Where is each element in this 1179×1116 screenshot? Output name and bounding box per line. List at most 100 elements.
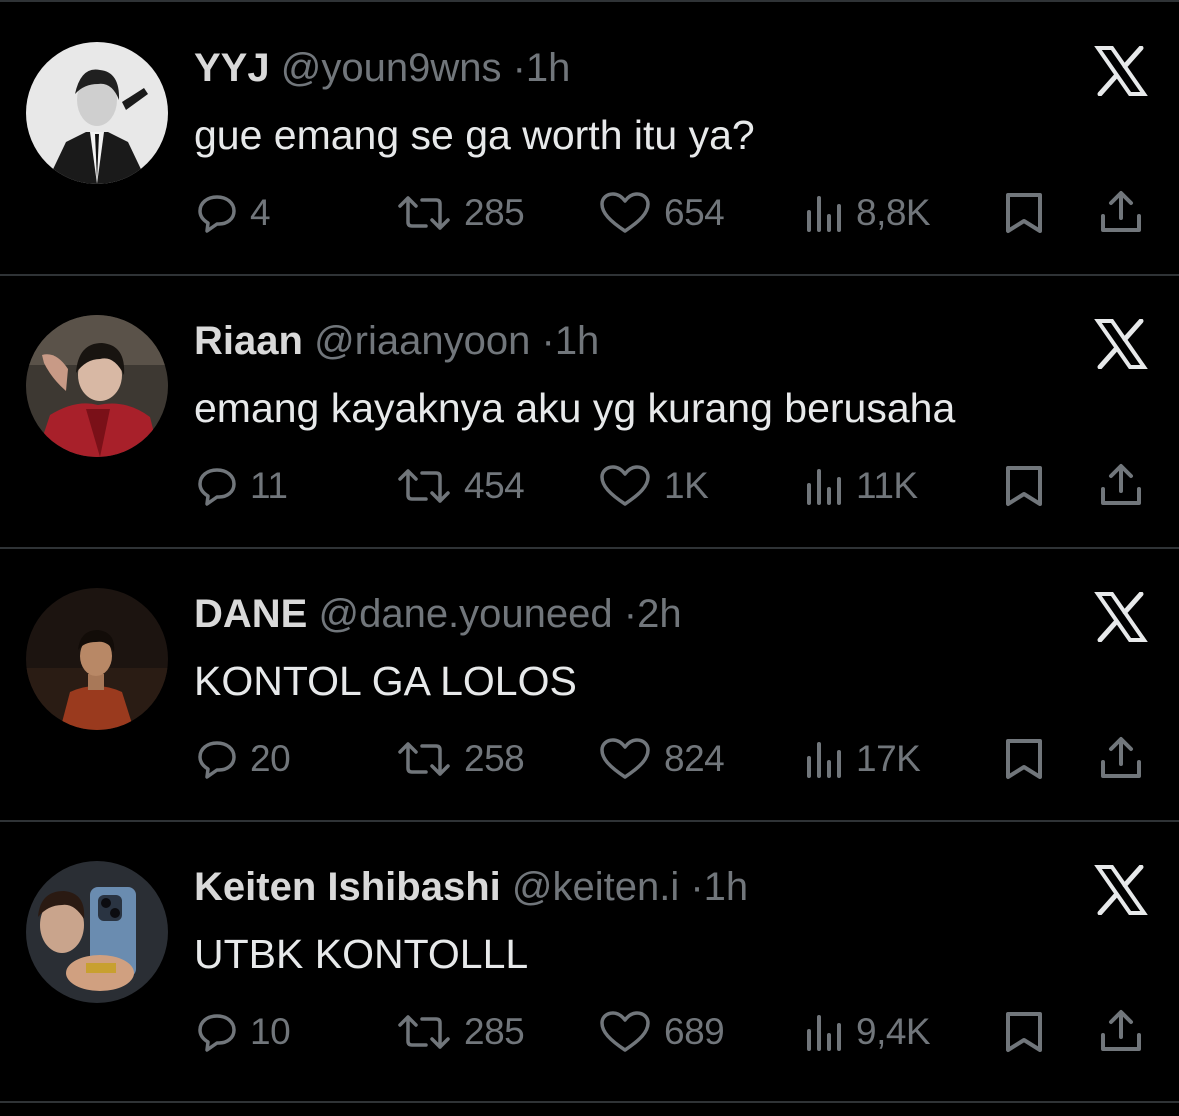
like-count: 1K [664, 465, 709, 506]
display-name[interactable]: Keiten Ishibashi [194, 865, 501, 909]
bookmark-icon [1006, 1012, 1042, 1052]
tweet-header: Keiten Ishibashi @keiten.i ·1h [194, 863, 748, 911]
retweet-button[interactable]: 454 [396, 463, 525, 509]
retweet-count: 258 [464, 738, 525, 779]
bookmark-button[interactable] [1002, 190, 1046, 236]
heart-icon [600, 465, 650, 506]
share-button[interactable] [1098, 463, 1144, 509]
avatar[interactable] [26, 861, 168, 1003]
share-icon [1101, 191, 1141, 232]
views-icon [807, 469, 841, 505]
like-count: 689 [664, 1011, 725, 1052]
username[interactable]: @youn9wns [281, 46, 502, 90]
separator-dot: · [541, 319, 555, 363]
avatar[interactable] [26, 42, 168, 184]
share-icon [1101, 1010, 1141, 1051]
views-button[interactable]: 17K [804, 736, 921, 782]
tweet-header: YYJ @youn9wns ·1h [194, 44, 570, 92]
username[interactable]: @dane.youneed [318, 592, 612, 636]
view-count: 8,8K [856, 192, 931, 233]
display-name[interactable]: Riaan [194, 319, 303, 363]
like-button[interactable]: 654 [598, 190, 725, 236]
tweet-text: emang kayaknya aku yg kurang berusaha [194, 385, 956, 431]
timestamp[interactable]: 1h [526, 46, 571, 90]
tweet-text: KONTOL GA LOLOS [194, 658, 577, 704]
retweet-button[interactable]: 285 [396, 190, 525, 236]
separator-dot: · [690, 865, 704, 909]
retweet-icon [398, 196, 450, 230]
reply-count: 20 [250, 738, 291, 779]
retweet-button[interactable]: 258 [396, 736, 525, 782]
bookmark-button[interactable] [1002, 463, 1046, 509]
reply-button[interactable]: 11 [196, 463, 288, 509]
reply-button[interactable]: 10 [196, 1009, 291, 1055]
like-button[interactable]: 689 [598, 1009, 725, 1055]
avatar[interactable] [26, 315, 168, 457]
retweet-icon [398, 469, 450, 503]
tweet-card[interactable]: Keiten Ishibashi @keiten.i ·1h UTBK KONT… [0, 823, 1179, 1103]
x-logo-icon [1094, 592, 1148, 642]
reply-count: 11 [250, 465, 288, 506]
username[interactable]: @keiten.i [512, 865, 679, 909]
retweet-button[interactable]: 285 [396, 1009, 525, 1055]
separator-dot: · [512, 46, 526, 90]
retweet-count: 454 [464, 465, 525, 506]
share-button[interactable] [1098, 190, 1144, 236]
views-icon [807, 742, 841, 778]
share-icon [1101, 737, 1141, 778]
reply-icon [198, 195, 236, 233]
tweet-text: UTBK KONTOLLL [194, 931, 529, 977]
tweet-feed: YYJ @youn9wns ·1h gue emang se ga worth … [0, 0, 1179, 1116]
bookmark-icon [1006, 193, 1042, 233]
reply-count: 10 [250, 1011, 291, 1052]
like-button[interactable]: 1K [598, 463, 709, 509]
view-count: 17K [856, 738, 921, 779]
tweet-card[interactable]: DANE @dane.youneed ·2h KONTOL GA LOLOS 2… [0, 550, 1179, 822]
display-name[interactable]: DANE [194, 592, 307, 636]
tweet-card[interactable]: YYJ @youn9wns ·1h gue emang se ga worth … [0, 4, 1179, 276]
reply-button[interactable]: 20 [196, 736, 291, 782]
username[interactable]: @riaanyoon [314, 319, 530, 363]
views-icon [807, 196, 841, 232]
like-count: 654 [664, 192, 725, 233]
heart-icon [600, 1011, 650, 1052]
timestamp[interactable]: 1h [555, 319, 600, 363]
retweet-count: 285 [464, 192, 525, 233]
bookmark-icon [1006, 466, 1042, 506]
views-button[interactable]: 8,8K [804, 190, 931, 236]
bookmark-icon [1006, 739, 1042, 779]
reply-count: 4 [250, 192, 271, 233]
share-button[interactable] [1098, 736, 1144, 782]
views-button[interactable]: 11K [804, 463, 918, 509]
timestamp[interactable]: 2h [637, 592, 682, 636]
views-icon [807, 1015, 841, 1051]
retweet-icon [398, 1015, 450, 1049]
timestamp[interactable]: 1h [704, 865, 749, 909]
share-icon [1101, 464, 1141, 505]
tweet-header: Riaan @riaanyoon ·1h [194, 317, 599, 365]
x-logo-icon [1094, 865, 1148, 915]
x-logo-icon [1094, 46, 1148, 96]
like-button[interactable]: 824 [598, 736, 725, 782]
tweet-text: gue emang se ga worth itu ya? [194, 112, 755, 158]
reply-icon [198, 741, 236, 779]
separator-dot: · [623, 592, 638, 636]
bookmark-button[interactable] [1002, 1009, 1046, 1055]
share-button[interactable] [1098, 1009, 1144, 1055]
retweet-icon [398, 742, 450, 776]
heart-icon [600, 738, 650, 779]
reply-icon [198, 468, 236, 506]
tweet-card[interactable]: Riaan @riaanyoon ·1h emang kayaknya aku … [0, 277, 1179, 549]
avatar[interactable] [26, 588, 168, 730]
reply-button[interactable]: 4 [196, 190, 271, 236]
tweet-header: DANE @dane.youneed ·2h [194, 590, 682, 638]
view-count: 11K [856, 465, 918, 506]
reply-icon [198, 1014, 236, 1052]
bookmark-button[interactable] [1002, 736, 1046, 782]
x-logo-icon [1094, 319, 1148, 369]
views-button[interactable]: 9,4K [804, 1009, 931, 1055]
retweet-count: 285 [464, 1011, 525, 1052]
display-name[interactable]: YYJ [194, 46, 270, 90]
view-count: 9,4K [856, 1011, 931, 1052]
like-count: 824 [664, 738, 725, 779]
